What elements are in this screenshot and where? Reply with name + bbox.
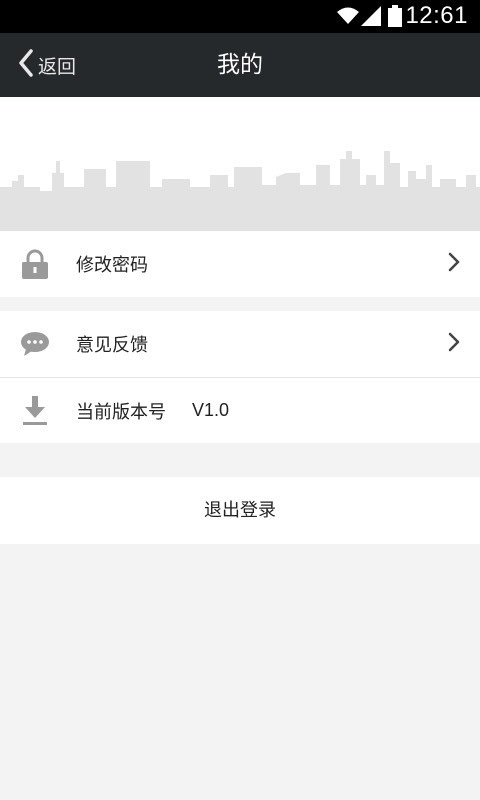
- version-item: 当前版本号 V1.0: [0, 378, 480, 443]
- version-value: V1.0: [192, 400, 230, 420]
- signal-icon: [361, 6, 381, 30]
- lock-icon: [20, 249, 50, 279]
- header-banner: [0, 97, 480, 231]
- logout-button[interactable]: 退出登录: [0, 477, 480, 544]
- clock: 12:61: [405, 2, 468, 29]
- menu-group-account: 修改密码: [0, 231, 480, 297]
- version-label: 当前版本号: [76, 401, 166, 423]
- wifi-icon: [336, 5, 360, 29]
- back-label: 返回: [38, 55, 77, 78]
- city-skyline-illustration: [0, 151, 480, 231]
- menu-group-app: 意见反馈 当前版本号 V1.0: [0, 311, 480, 443]
- chat-bubble-icon: [20, 329, 50, 359]
- nav-bar: 我的 返回: [0, 33, 480, 97]
- battery-icon: [388, 5, 402, 31]
- change-password-label: 修改密码: [76, 255, 148, 276]
- change-password-item[interactable]: 修改密码: [0, 231, 480, 297]
- back-button[interactable]: 返回: [18, 33, 76, 97]
- feedback-item[interactable]: 意见反馈: [0, 311, 480, 377]
- chevron-right-icon: [448, 252, 460, 276]
- download-icon: [20, 395, 50, 426]
- chevron-left-icon: [18, 49, 34, 81]
- chevron-right-icon: [448, 332, 460, 356]
- feedback-label: 意见反馈: [76, 335, 148, 356]
- status-bar: 12:61: [0, 0, 480, 33]
